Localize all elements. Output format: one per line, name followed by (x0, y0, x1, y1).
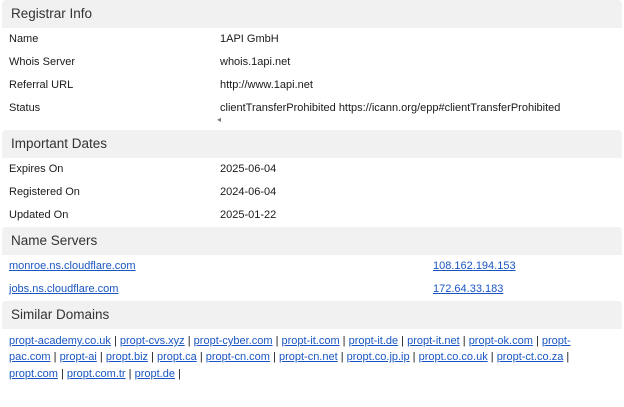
similar-domain-link[interactable]: propt-it.de (349, 335, 399, 347)
nameserver-host-link[interactable]: jobs.ns.cloudflare.com (9, 283, 118, 295)
separator: | (459, 335, 469, 347)
nameserver-ip-link[interactable]: 172.64.33.183 (433, 283, 503, 295)
separator: | (563, 351, 570, 364)
separator: | (184, 335, 194, 347)
row-label: Whois Server (9, 56, 76, 68)
separator: | (487, 351, 497, 364)
dates-section: Important Dates Expires On 2025-06-04 Re… (0, 130, 624, 227)
row-label: Updated On (9, 209, 69, 221)
separator: | (398, 335, 408, 347)
similar-domain-link[interactable]: propt.de (135, 368, 175, 380)
separator: | (339, 335, 349, 347)
nameserver-host-link[interactable]: monroe.ns.cloudflare.com (9, 260, 136, 272)
similar-domain-link[interactable]: propt-cn.com (206, 351, 270, 363)
row-label: Referral URL (9, 79, 74, 91)
separator: | (196, 351, 206, 364)
separator: | (110, 335, 120, 347)
nameserver-row: monroe.ns.cloudflare.com 108.162.194.153 (0, 255, 624, 278)
row-label: Registered On (9, 186, 80, 198)
row-value: 1API GmbH (220, 33, 279, 45)
row-label: Name (9, 33, 39, 45)
similar-section: Similar Domains propt-academy.co.uk | pr… (0, 301, 624, 382)
similar-domain-link[interactable]: propt- (542, 335, 571, 347)
row-label: Status (9, 102, 41, 114)
similar-domain-link[interactable]: propt.biz (106, 351, 148, 363)
scroll-left-arrow-icon[interactable]: ◂ (217, 115, 221, 124)
similar-domain-link[interactable]: propt.com (9, 368, 58, 380)
similar-domains-line: propt.com | propt.com.tr | propt.de | (9, 366, 616, 382)
separator: | (125, 367, 135, 380)
separator: | (50, 351, 60, 364)
similar-domain-link[interactable]: propt.ca (157, 351, 197, 363)
similar-domain-link[interactable]: propt.com.tr (67, 368, 126, 380)
separator: | (57, 367, 67, 380)
dates-row-updated: Updated On 2025-01-22 (0, 204, 624, 227)
separator: | (272, 335, 282, 347)
similar-domain-link[interactable]: propt-it.net (407, 335, 460, 347)
dates-row-registered: Registered On 2024-06-04 (0, 181, 624, 204)
separator: | (532, 335, 542, 347)
similar-domain-link[interactable]: propt-ok.com (469, 335, 533, 347)
similar-domain-link[interactable]: propt.co.jp.ip (347, 351, 410, 363)
row-value: whois.1api.net (220, 56, 291, 68)
registrar-row-referral-url: Referral URL http://www.1api.net (0, 74, 624, 97)
similar-domain-link[interactable]: propt-ct.co.za (497, 351, 564, 363)
similar-domain-link[interactable]: propt-ai (60, 351, 97, 363)
registrar-section: Registrar Info Name 1API GmbH Whois Serv… (0, 0, 624, 130)
similar-domain-link[interactable]: propt-academy.co.uk (9, 335, 111, 347)
row-value: 2025-06-04 (220, 163, 277, 175)
separator: | (96, 351, 106, 364)
similar-header: Similar Domains (2, 301, 622, 329)
similar-domain-link[interactable]: propt-cyber.com (194, 335, 273, 347)
similar-domains-line: pac.com | propt-ai | propt.biz | propt.c… (9, 349, 616, 365)
row-value: 2024-06-04 (220, 186, 277, 198)
row-label: Expires On (9, 163, 64, 175)
separator: | (409, 351, 419, 364)
registrar-header: Registrar Info (2, 0, 622, 28)
similar-domain-link[interactable]: propt-cn.net (279, 351, 338, 363)
nameservers-section: Name Servers monroe.ns.cloudflare.com 10… (0, 227, 624, 301)
separator: | (148, 351, 158, 364)
row-value: 2025-01-22 (220, 209, 277, 221)
similar-domains-line: propt-academy.co.uk | propt-cvs.xyz | pr… (9, 333, 616, 349)
similar-domain-link[interactable]: pac.com (9, 351, 51, 363)
nameserver-row: jobs.ns.cloudflare.com 172.64.33.183 (0, 278, 624, 301)
dates-header: Important Dates (2, 130, 622, 158)
row-value: http://www.1api.net (220, 79, 313, 91)
similar-domain-link[interactable]: propt-cvs.xyz (120, 335, 185, 347)
registrar-row-whois-server: Whois Server whois.1api.net (0, 51, 624, 74)
nameservers-header: Name Servers (2, 227, 622, 255)
separator: | (174, 367, 181, 380)
row-value: clientTransferProhibited https://icann.o… (220, 102, 561, 114)
similar-domain-link[interactable]: propt.co.co.uk (419, 351, 488, 363)
dates-row-expires: Expires On 2025-06-04 (0, 158, 624, 181)
separator: | (269, 351, 279, 364)
registrar-row-name: Name 1API GmbH (0, 28, 624, 51)
registrar-row-status: Status clientTransferProhibited https://… (0, 97, 624, 130)
similar-domains-list: propt-academy.co.uk | propt-cvs.xyz | pr… (0, 329, 624, 382)
nameserver-ip-link[interactable]: 108.162.194.153 (433, 260, 516, 272)
separator: | (337, 351, 347, 364)
similar-domain-link[interactable]: propt-it.com (282, 335, 340, 347)
